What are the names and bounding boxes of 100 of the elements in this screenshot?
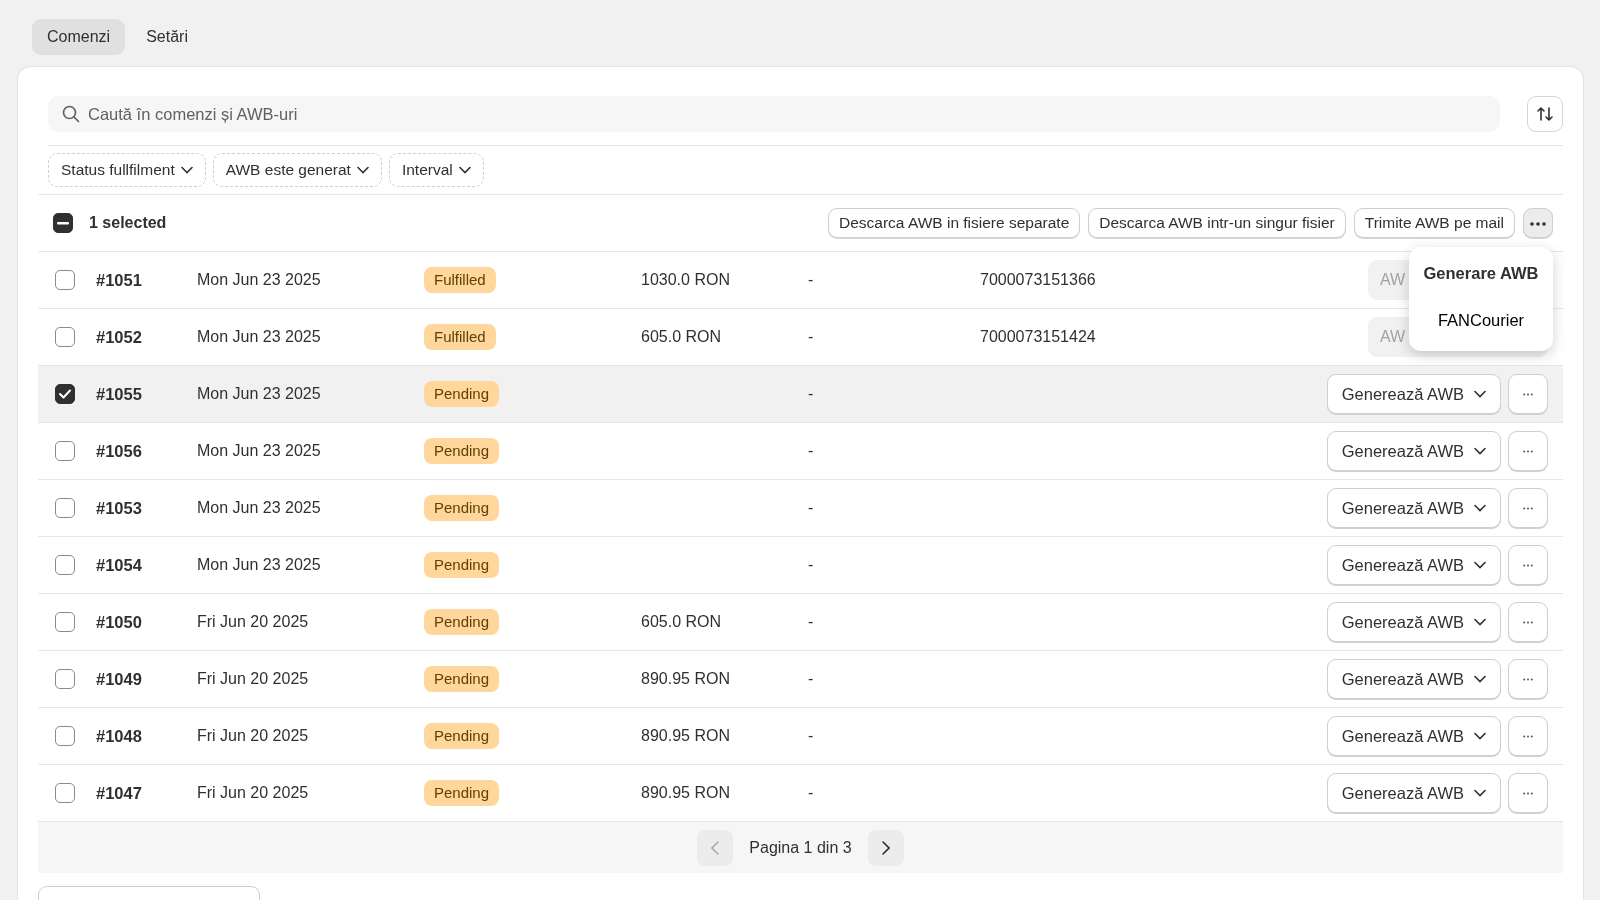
table-cell-text: - xyxy=(808,270,815,290)
chevron-down-icon xyxy=(1474,447,1486,455)
selection-count: 1 selected xyxy=(89,213,167,233)
status-badge: Fulfilled xyxy=(424,266,496,294)
tab[interactable]: Comenzi xyxy=(32,19,126,55)
order-number: #1054 xyxy=(96,554,143,576)
search-field[interactable]: Caută în comenzi și AWB-uri xyxy=(48,96,1500,132)
generate-awb-button[interactable]: Generează AWB xyxy=(1326,773,1501,813)
chevron-down-icon xyxy=(180,166,193,174)
order-date: Fri Jun 20 2025 xyxy=(197,669,310,689)
table-cell-text: - xyxy=(808,441,815,461)
row-checkbox[interactable] xyxy=(55,384,75,404)
chevron-down-icon xyxy=(1474,732,1486,740)
order-number: #1048 xyxy=(96,725,143,747)
generate-awb-button[interactable]: Generează AWB xyxy=(1326,545,1501,585)
more-icon xyxy=(1523,620,1533,624)
row-checkbox[interactable] xyxy=(55,783,75,803)
row-checkbox[interactable] xyxy=(55,669,75,689)
chevron-down-icon xyxy=(1474,789,1486,797)
order-date: Mon Jun 23 2025 xyxy=(197,327,322,347)
status-badge: Pending xyxy=(424,608,500,636)
chevron-right-icon xyxy=(881,840,890,855)
row-checkbox[interactable] xyxy=(55,726,75,746)
filter-button[interactable]: Interval xyxy=(388,153,484,187)
row-checkbox[interactable] xyxy=(55,555,75,575)
row-checkbox[interactable] xyxy=(55,441,75,461)
chevron-left-icon xyxy=(711,840,720,855)
table-cell-text: - xyxy=(808,726,815,746)
table-cell-text: - xyxy=(808,783,815,803)
order-date: Fri Jun 20 2025 xyxy=(197,783,310,803)
minus-icon xyxy=(57,221,69,225)
sort-button[interactable] xyxy=(1527,96,1563,132)
order-number: #1051 xyxy=(96,269,143,291)
chevron-down-icon xyxy=(1474,675,1486,683)
generate-awb-button[interactable]: Generează AWB xyxy=(1326,659,1501,699)
table-cell-text: - xyxy=(808,555,815,575)
more-icon xyxy=(1523,563,1533,567)
sort-icon xyxy=(1536,105,1554,123)
filter-button[interactable]: Status fullfilment xyxy=(48,153,206,187)
more-icon xyxy=(1523,392,1533,396)
action-button[interactable]: Descarca AWB intr-un singur fisier xyxy=(1088,208,1346,238)
more-icon xyxy=(1523,677,1533,681)
order-number: #1050 xyxy=(96,611,143,633)
status-badge: Pending xyxy=(424,779,500,807)
chevron-down-icon xyxy=(458,166,471,174)
more-icon xyxy=(1523,449,1533,453)
select-all-checkbox[interactable] xyxy=(53,213,73,233)
row-checkbox[interactable] xyxy=(55,612,75,632)
more-button[interactable] xyxy=(1523,208,1553,238)
order-number: #1053 xyxy=(96,497,143,519)
filter-button[interactable]: AWB este generat xyxy=(212,153,382,187)
status-badge: Pending xyxy=(424,437,500,465)
action-button[interactable]: Trimite AWB pe mail xyxy=(1353,208,1515,238)
generate-awb-button[interactable]: Generează AWB xyxy=(1326,716,1501,756)
menu-item[interactable]: FANCourier xyxy=(1409,299,1553,341)
generate-awb-button[interactable]: Generează AWB xyxy=(1326,431,1501,471)
order-date: Fri Jun 20 2025 xyxy=(197,726,310,746)
table-cell-text: - xyxy=(808,498,815,518)
chevron-down-icon xyxy=(1474,390,1486,398)
next-page-button[interactable] xyxy=(867,829,904,866)
more-icon xyxy=(1523,734,1533,738)
status-badge: Fulfilled xyxy=(424,323,496,351)
order-amount: 1030.0 RON xyxy=(641,270,731,290)
order-amount: 890.95 RON xyxy=(641,726,731,746)
table-cell-text: - xyxy=(808,384,815,404)
order-number: #1049 xyxy=(96,668,143,690)
page-indicator: Pagina 1 din 3 xyxy=(749,837,852,858)
table-cell-text: - xyxy=(808,669,815,689)
more-icon xyxy=(1530,222,1546,227)
tab[interactable]: Setări xyxy=(131,19,203,55)
order-date: Fri Jun 20 2025 xyxy=(197,612,310,632)
menu-title: Generare AWB xyxy=(1422,263,1540,284)
generate-awb-button[interactable]: Generează AWB xyxy=(1326,488,1501,528)
order-amount: 890.95 RON xyxy=(641,669,731,689)
row-checkbox[interactable] xyxy=(55,270,75,290)
generate-awb-button[interactable]: Generează AWB xyxy=(1326,374,1501,414)
status-badge: Pending xyxy=(424,665,500,693)
order-amount: 605.0 RON xyxy=(641,612,723,632)
status-badge: Pending xyxy=(424,551,500,579)
generate-awb-button[interactable]: Generează AWB xyxy=(1326,602,1501,642)
chevron-down-icon xyxy=(1474,504,1486,512)
order-number: #1052 xyxy=(96,326,143,348)
table-cell-text: - xyxy=(808,327,815,347)
order-number: #1055 xyxy=(96,383,143,405)
status-badge: Pending xyxy=(424,494,500,522)
row-checkbox[interactable] xyxy=(55,327,75,347)
order-amount: 890.95 RON xyxy=(641,783,731,803)
order-amount: 605.0 RON xyxy=(641,327,723,347)
chevron-down-icon xyxy=(1474,561,1486,569)
order-date: Mon Jun 23 2025 xyxy=(197,441,322,461)
more-icon xyxy=(1523,791,1533,795)
action-button[interactable]: Descarca AWB in fisiere separate xyxy=(828,208,1081,238)
order-number: #1056 xyxy=(96,440,143,462)
table-cell-text: - xyxy=(808,612,815,632)
order-date: Mon Jun 23 2025 xyxy=(197,384,322,404)
search-icon xyxy=(62,105,80,123)
order-number: #1047 xyxy=(96,782,143,804)
order-date: Mon Jun 23 2025 xyxy=(197,270,322,290)
chevron-down-icon xyxy=(1474,618,1486,626)
row-checkbox[interactable] xyxy=(55,498,75,518)
